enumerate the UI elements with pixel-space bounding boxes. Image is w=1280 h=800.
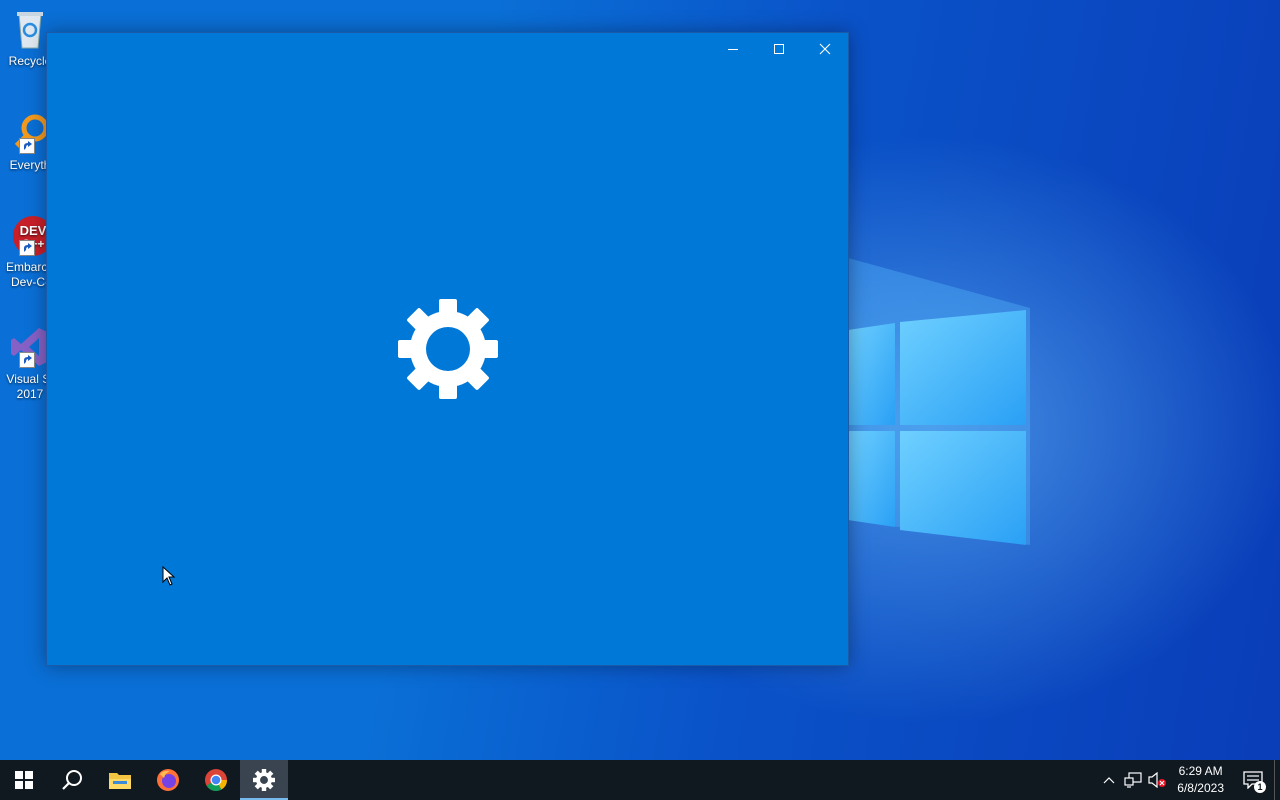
gear-icon	[398, 299, 498, 399]
dev-cpp-icon: DEV C++	[9, 214, 53, 256]
action-center-button[interactable]: 1	[1232, 760, 1274, 800]
search-button[interactable]	[48, 760, 96, 800]
windows-start-icon	[15, 771, 33, 789]
network-icon	[1124, 772, 1142, 788]
taskbar-firefox[interactable]	[144, 760, 192, 800]
network-button[interactable]	[1121, 760, 1145, 800]
taskbar: 6:29 AM 6/8/2023 1	[0, 760, 1280, 800]
clock-date: 6/8/2023	[1177, 781, 1224, 795]
chevron-up-icon	[1103, 777, 1115, 784]
clock-time: 6:29 AM	[1178, 764, 1223, 778]
taskbar-chrome[interactable]	[192, 760, 240, 800]
taskbar-file-explorer[interactable]	[96, 760, 144, 800]
taskbar-clock[interactable]: 6:29 AM 6/8/2023	[1169, 763, 1232, 797]
system-tray: 6:29 AM 6/8/2023 1	[1097, 760, 1280, 800]
title-bar-controls	[710, 33, 848, 65]
visual-studio-icon	[9, 326, 51, 368]
minimize-icon	[728, 49, 738, 50]
firefox-icon	[157, 769, 179, 791]
shortcut-arrow-icon	[19, 352, 35, 368]
volume-muted-icon	[1148, 772, 1167, 788]
svg-text:DEV: DEV	[20, 223, 47, 238]
close-button[interactable]	[802, 33, 848, 65]
recycle-bin-icon	[9, 8, 51, 50]
show-hidden-icons-button[interactable]	[1097, 760, 1121, 800]
volume-button[interactable]	[1145, 760, 1169, 800]
start-button[interactable]	[0, 760, 48, 800]
mouse-cursor-icon	[162, 566, 176, 586]
shortcut-arrow-icon	[19, 240, 35, 256]
minimize-button[interactable]	[710, 33, 756, 65]
folder-icon	[109, 773, 131, 789]
maximize-icon	[774, 44, 784, 54]
settings-gear-icon	[253, 769, 275, 791]
search-icon	[62, 770, 82, 790]
magnifier-icon	[9, 112, 51, 154]
maximize-button[interactable]	[756, 33, 802, 65]
show-desktop-button[interactable]	[1274, 760, 1280, 800]
notification-count-badge: 1	[1254, 781, 1266, 793]
chrome-icon	[205, 769, 227, 791]
taskbar-settings[interactable]	[240, 760, 288, 800]
shortcut-arrow-icon	[19, 138, 35, 154]
close-icon	[819, 43, 831, 55]
